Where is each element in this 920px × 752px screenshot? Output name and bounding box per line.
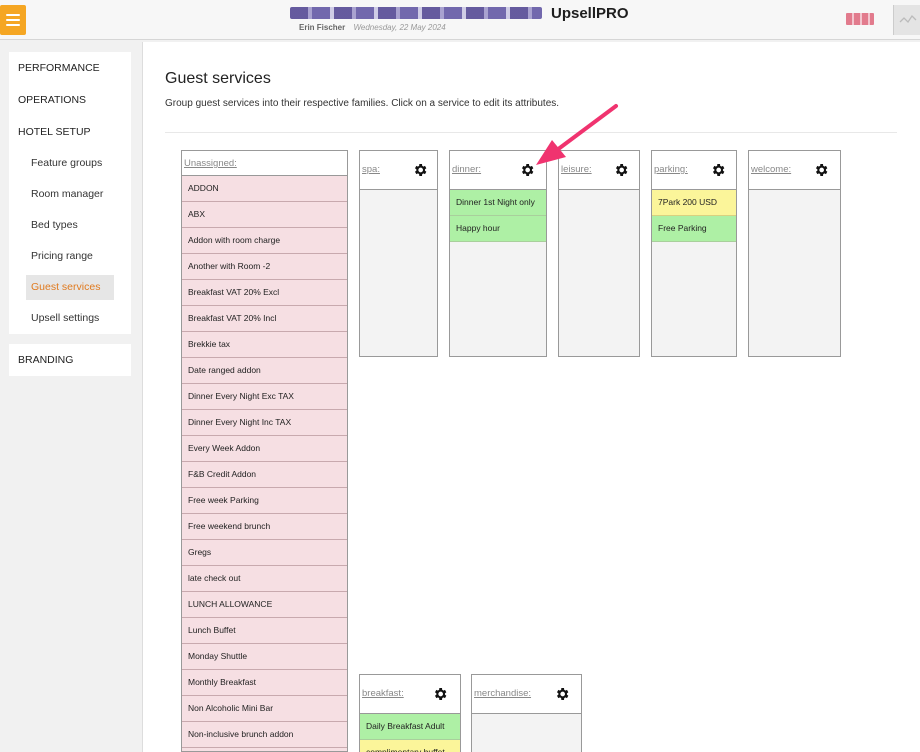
family-leisure[interactable]: leisure: — [558, 150, 640, 357]
gear-icon[interactable] — [412, 162, 428, 178]
sidebar-item-feature-groups[interactable]: Feature groups — [9, 148, 131, 179]
family-header: parking: — [652, 151, 736, 190]
nav-group-branding: BRANDING — [9, 344, 131, 376]
gear-icon[interactable] — [710, 162, 726, 178]
family-dinner[interactable]: dinner: Dinner 1st Night only Happy hour — [449, 150, 547, 357]
family-service-item[interactable]: complimentary buffet — [360, 740, 460, 752]
unassigned-service-item[interactable]: Lunch Buffet — [182, 618, 347, 644]
family-name[interactable]: merchandise: — [474, 688, 531, 699]
unassigned-service-item[interactable]: Monday Shuttle — [182, 644, 347, 670]
family-name[interactable]: welcome: — [751, 164, 791, 175]
unassigned-label: Unassigned: — [182, 151, 347, 176]
family-service-item[interactable]: Dinner 1st Night only — [450, 190, 546, 216]
family-service-item[interactable]: Daily Breakfast Adult — [360, 714, 460, 740]
unassigned-service-item[interactable]: Every Week Addon — [182, 436, 347, 462]
family-parking[interactable]: parking: 7Park 200 USD Free Parking — [651, 150, 737, 357]
header-title-area: UpsellPRO Erin Fischer Wednesday, 22 May… — [290, 5, 650, 35]
family-header: spa: — [360, 151, 437, 190]
unassigned-service-item[interactable]: Dinner Every Night Exc TAX — [182, 384, 347, 410]
unassigned-service-item[interactable]: Another with Room -2 — [182, 254, 347, 280]
family-header: merchandise: — [472, 675, 581, 714]
family-service-item[interactable]: Free Parking — [652, 216, 736, 242]
sidebar-item-performance[interactable]: PERFORMANCE — [9, 52, 131, 84]
gear-icon[interactable] — [554, 686, 570, 702]
sidebar-item-hotel-setup[interactable]: HOTEL SETUP — [9, 116, 131, 148]
unassigned-service-item[interactable]: LUNCH ALLOWANCE — [182, 592, 347, 618]
page-title: Guest services — [165, 70, 271, 87]
unassigned-service-item[interactable]: Breakfast VAT 20% Excl — [182, 280, 347, 306]
family-spa[interactable]: spa: — [359, 150, 438, 357]
unassigned-service-item[interactable]: Gregs — [182, 540, 347, 566]
sidebar-item-operations[interactable]: OPERATIONS — [9, 84, 131, 116]
activity-chart-icon — [899, 14, 917, 24]
menu-bar-icon — [6, 24, 20, 26]
unassigned-service-item[interactable]: ADDON — [182, 176, 347, 202]
unassigned-service-item[interactable]: Date ranged addon — [182, 358, 347, 384]
sidebar-item-pricing-range[interactable]: Pricing range — [9, 241, 131, 272]
family-name[interactable]: leisure: — [561, 164, 592, 175]
unassigned-service-item[interactable]: Monthly Breakfast — [182, 670, 347, 696]
family-name[interactable]: dinner: — [452, 164, 481, 175]
menu-bar-icon — [6, 14, 20, 16]
unassigned-column[interactable]: Unassigned: ADDON ABX Addon with room char… — [181, 150, 348, 752]
family-service-item[interactable]: Happy hour — [450, 216, 546, 242]
gear-icon[interactable] — [432, 686, 448, 702]
family-header: breakfast: — [360, 675, 460, 714]
unassigned-service-item[interactable]: Breakfast VAT 20% Incl — [182, 306, 347, 332]
gear-icon[interactable] — [613, 162, 629, 178]
sidebar-item-upsell-settings[interactable]: Upsell settings — [9, 303, 131, 334]
unassigned-service-item[interactable]: Free week Parking — [182, 488, 347, 514]
nav-gap — [9, 334, 131, 344]
family-breakfast[interactable]: breakfast: Daily Breakfast Adult complimen… — [359, 674, 461, 752]
unassigned-service-item[interactable]: F&B Credit Addon — [182, 462, 347, 488]
sidebar-item-branding[interactable]: BRANDING — [9, 344, 131, 376]
family-service-item[interactable]: 7Park 200 USD — [652, 190, 736, 216]
unassigned-service-item[interactable]: Addon with room charge — [182, 228, 347, 254]
current-date: Wednesday, 22 May 2024 — [353, 23, 446, 32]
unassigned-service-item[interactable]: Free weekend brunch — [182, 514, 347, 540]
unassigned-service-item[interactable]: Dinner Every Night Inc TAX — [182, 410, 347, 436]
divider — [165, 132, 897, 133]
family-header: dinner: — [450, 151, 546, 190]
menu-bar-icon — [6, 19, 20, 21]
hotel-name-blurred — [290, 7, 542, 19]
unassigned-list: ADDON ABX Addon with room charge Another wi… — [182, 176, 347, 748]
hamburger-menu-button[interactable] — [0, 5, 26, 35]
family-welcome[interactable]: welcome: — [748, 150, 841, 357]
unassigned-service-item[interactable]: Non-inclusive brunch addon — [182, 722, 347, 748]
family-name[interactable]: breakfast: — [362, 688, 404, 699]
gear-icon[interactable] — [813, 162, 829, 178]
sidebar-item-bed-types[interactable]: Bed types — [9, 210, 131, 241]
family-name[interactable]: spa: — [362, 164, 380, 175]
header-subline: Erin Fischer Wednesday, 22 May 2024 — [299, 23, 446, 32]
activity-button[interactable] — [893, 5, 920, 35]
page-description: Group guest services into their respecti… — [165, 98, 560, 109]
family-name[interactable]: parking: — [654, 164, 688, 175]
unassigned-service-item[interactable]: ABX — [182, 202, 347, 228]
sidebar-item-guest-services[interactable]: Guest services — [26, 275, 114, 300]
family-header: welcome: — [749, 151, 840, 190]
language-flag-icon[interactable] — [846, 13, 874, 25]
user-name: Erin Fischer — [299, 23, 346, 32]
app-name: UpsellPRO — [551, 5, 629, 22]
nav-group-main: PERFORMANCE OPERATIONS HOTEL SETUP Featu… — [9, 52, 131, 334]
family-merchandise[interactable]: merchandise: — [471, 674, 582, 752]
sidebar-item-room-manager[interactable]: Room manager — [9, 179, 131, 210]
unassigned-service-item[interactable]: Non Alcoholic Mini Bar — [182, 696, 347, 722]
gear-icon[interactable] — [519, 162, 535, 178]
top-bar: UpsellPRO Erin Fischer Wednesday, 22 May… — [0, 0, 920, 40]
unassigned-service-item[interactable]: Brekkie tax — [182, 332, 347, 358]
sidebar: PERFORMANCE OPERATIONS HOTEL SETUP Featu… — [9, 52, 131, 376]
unassigned-service-item[interactable]: late check out — [182, 566, 347, 592]
family-header: leisure: — [559, 151, 639, 190]
